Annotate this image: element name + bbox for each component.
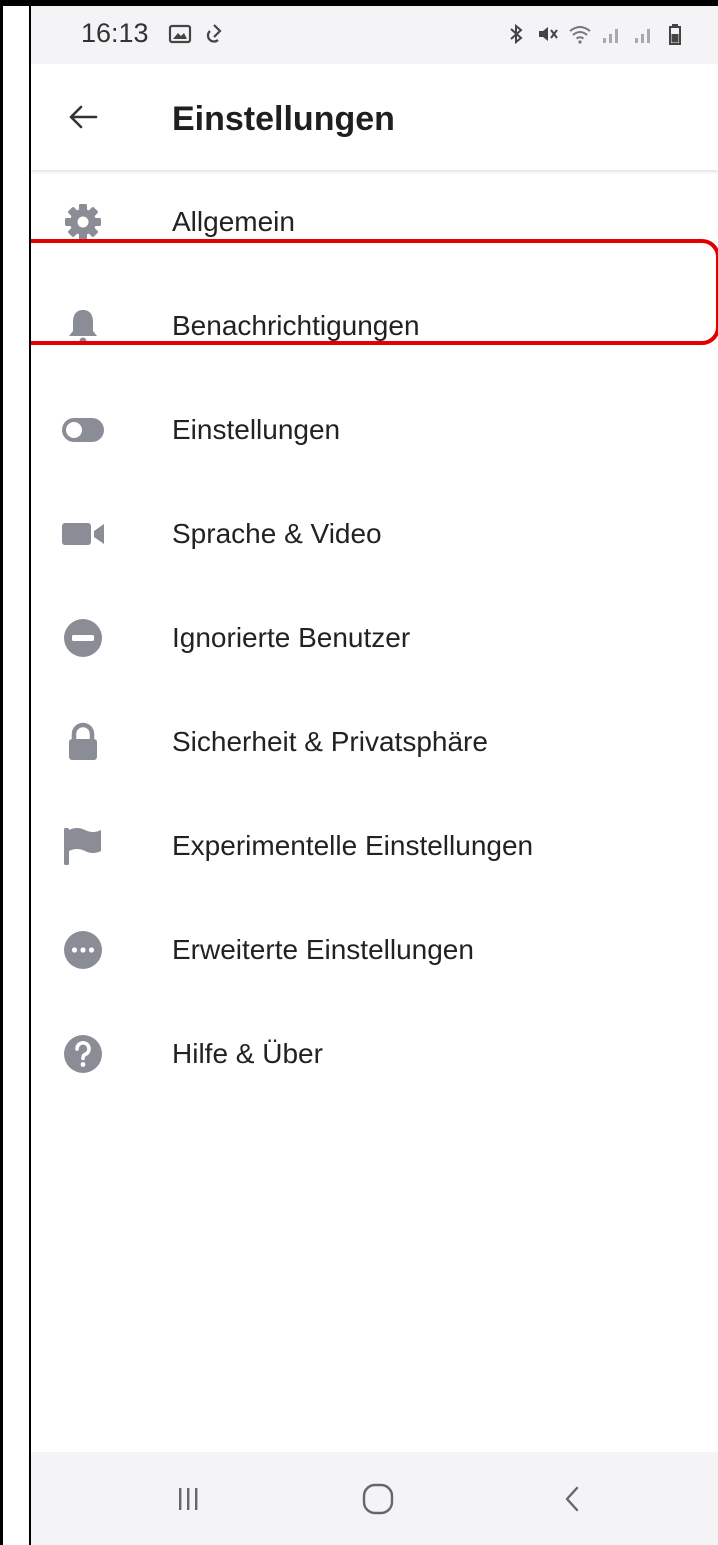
menu-item-label: Sicherheit & Privatsphäre	[172, 726, 488, 757]
menu-item-ignorierte-benutzer[interactable]: Ignorierte Benutzer	[31, 586, 718, 690]
status-bar: 16:13	[31, 6, 718, 64]
recent-apps-button[interactable]	[158, 1474, 218, 1524]
menu-item-experimentelle[interactable]: Experimentelle Einstellungen	[31, 794, 718, 898]
page-title: Einstellungen	[172, 100, 395, 138]
flag-icon	[61, 824, 105, 868]
screenshot-frame: 16:13 Einstellungen Allgemein Benachrich…	[0, 0, 718, 1545]
menu-item-label: Erweiterte Einstellungen	[172, 934, 474, 965]
menu-item-label: Experimentelle Einstellungen	[172, 830, 534, 861]
wifi-icon	[568, 22, 592, 46]
bell-icon	[61, 304, 105, 348]
more-icon	[61, 928, 105, 972]
lock-icon	[61, 720, 105, 764]
bluetooth-icon	[504, 22, 528, 46]
menu-item-hilfe[interactable]: Hilfe & Über	[31, 1002, 718, 1106]
battery-icon	[664, 22, 688, 46]
menu-item-label: Einstellungen	[172, 414, 341, 445]
home-icon	[362, 1483, 394, 1515]
home-button[interactable]	[348, 1474, 408, 1524]
menu-item-label: Allgemein	[172, 206, 295, 237]
block-icon	[61, 616, 105, 660]
menu-item-sicherheit[interactable]: Sicherheit & Privatsphäre	[31, 690, 718, 794]
menu-item-label: Hilfe & Über	[172, 1038, 323, 1069]
back-icon	[565, 1486, 579, 1512]
menu-item-erweiterte[interactable]: Erweiterte Einstellungen	[31, 898, 718, 1002]
frame-edge-left	[0, 0, 3, 1545]
menu-item-sprache-video[interactable]: Sprache & Video	[31, 482, 718, 586]
toggle-icon	[61, 408, 105, 452]
navigation-bar	[31, 1452, 718, 1545]
menu-item-label: Benachrichtigungen	[172, 310, 420, 341]
video-icon	[61, 512, 105, 556]
signal-icon	[600, 22, 624, 46]
help-icon	[61, 1032, 105, 1076]
phone-screen: 16:13 Einstellungen Allgemein Benachrich…	[31, 6, 718, 1545]
menu-item-benachrichtigungen[interactable]: Benachrichtigungen	[31, 274, 718, 378]
sync-icon	[202, 22, 226, 46]
menu-item-einstellungen[interactable]: Einstellungen	[31, 378, 718, 482]
menu-item-allgemein[interactable]: Allgemein	[31, 170, 718, 274]
back-button[interactable]	[61, 95, 105, 139]
signal-icon	[632, 22, 656, 46]
system-back-button[interactable]	[543, 1474, 603, 1524]
mute-icon	[536, 22, 560, 46]
settings-menu: Allgemein Benachrichtigungen Einstellung…	[31, 170, 718, 1106]
recent-apps-icon	[179, 1488, 198, 1510]
gallery-icon	[168, 22, 192, 46]
app-bar: Einstellungen	[31, 64, 718, 170]
menu-item-label: Sprache & Video	[172, 518, 382, 549]
gear-icon	[61, 200, 105, 244]
menu-item-label: Ignorierte Benutzer	[172, 622, 411, 653]
status-time: 16:13	[81, 18, 149, 48]
arrow-left-icon	[69, 105, 98, 129]
